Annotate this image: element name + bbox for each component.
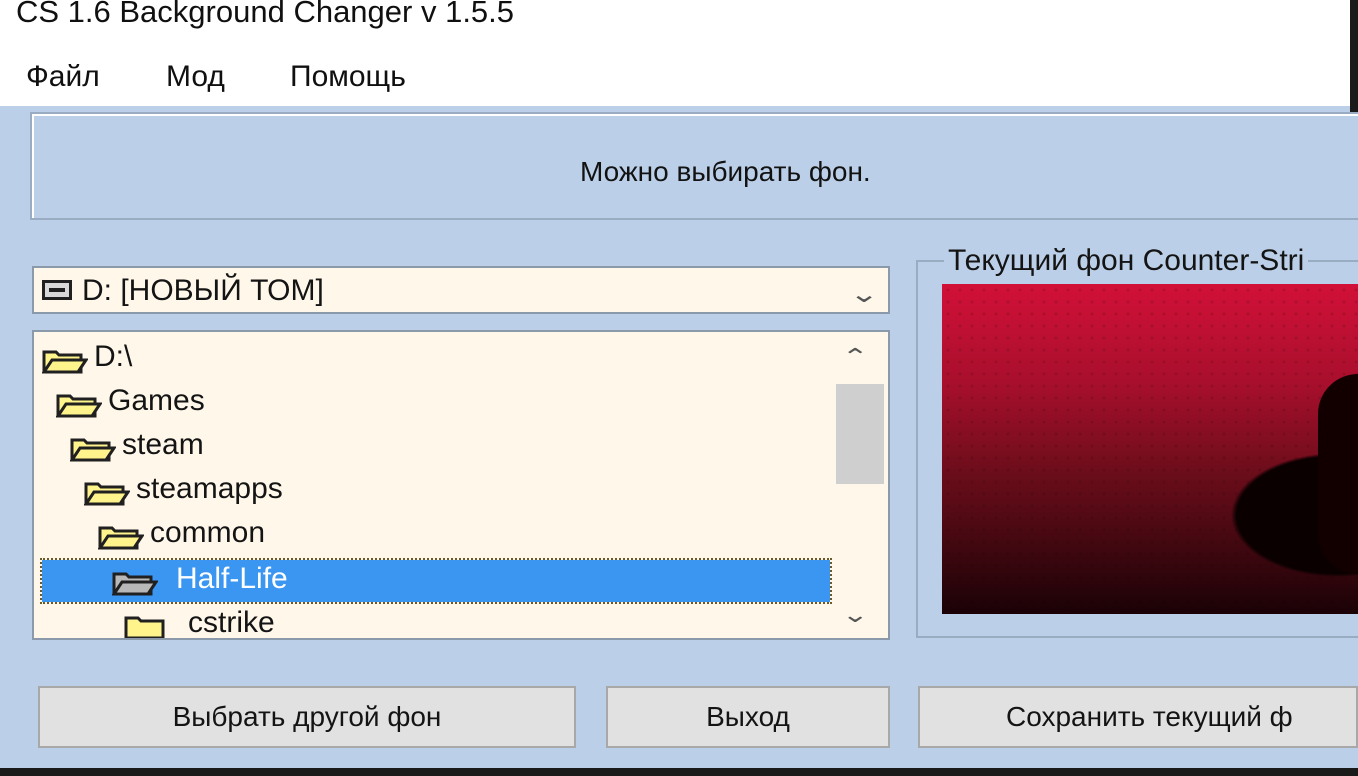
- tree-item-label: steamapps: [136, 472, 283, 505]
- save-current-background-button[interactable]: Сохранить текущий ф: [918, 686, 1358, 748]
- hard-drive-icon: [42, 280, 72, 300]
- tree-item-cstrike[interactable]: cstrike: [124, 604, 888, 639]
- menu-mod[interactable]: Мод: [166, 60, 225, 94]
- window-title: CS 1.6 Background Changer v 1.5.5: [16, 0, 515, 29]
- title-bar: CS 1.6 Background Changer v 1.5.5: [0, 0, 1350, 46]
- tree-item-label: common: [150, 516, 266, 549]
- chevron-down-icon[interactable]: ⌄: [841, 602, 869, 628]
- menu-help[interactable]: Помощь: [290, 60, 406, 94]
- exit-button[interactable]: Выход: [606, 686, 890, 748]
- status-panel: Можно выбирать фон.: [30, 112, 1358, 220]
- tree-item-label: D:\: [94, 340, 133, 373]
- choose-background-button[interactable]: Выбрать другой фон: [38, 686, 576, 748]
- open-folder-icon: [56, 394, 102, 418]
- tree-item-label: Games: [108, 384, 205, 417]
- chevron-up-icon[interactable]: ⌃: [841, 344, 869, 370]
- drive-select[interactable]: D: [НОВЫЙ ТОМ] ⌄: [32, 266, 890, 314]
- tree-item-games[interactable]: Games: [56, 382, 846, 424]
- tree-item-common[interactable]: common: [98, 514, 888, 556]
- closed-folder-icon: [124, 616, 165, 638]
- tree-item-label: Half-Life: [176, 562, 288, 595]
- tree-item-label: cstrike: [188, 606, 275, 639]
- preview-legend: Текущий фон Counter-Stri: [944, 244, 1309, 278]
- window-bottom-edge: [0, 768, 1358, 776]
- scroll-thumb[interactable]: [836, 384, 884, 484]
- menu-bar: Файл Мод Помощь: [0, 46, 1350, 106]
- tree-item-half-life[interactable]: Half-Life: [40, 558, 832, 604]
- background-preview-image: [942, 284, 1358, 614]
- chevron-down-icon[interactable]: ⌄: [849, 280, 879, 309]
- tree-item-steamapps[interactable]: steamapps: [84, 470, 874, 512]
- app-window: CS 1.6 Background Changer v 1.5.5 Файл М…: [0, 0, 1358, 776]
- drive-select-value: D: [НОВЫЙ ТОМ]: [82, 274, 324, 307]
- open-folder-icon: [84, 482, 130, 506]
- open-folder-icon: [42, 350, 88, 374]
- tree-item-d-root[interactable]: D:\: [42, 338, 832, 380]
- open-folder-icon: [112, 572, 158, 596]
- tree-scrollbar[interactable]: ⌃ ⌄: [836, 336, 884, 636]
- tree-item-steam[interactable]: steam: [70, 426, 860, 468]
- folder-tree[interactable]: D:\ Games steam steamapps common Half-Li…: [32, 330, 890, 640]
- status-message: Можно выбирать фон.: [580, 156, 871, 187]
- open-folder-icon: [98, 526, 144, 550]
- menu-file[interactable]: Файл: [26, 60, 100, 94]
- tree-item-label: steam: [122, 428, 204, 461]
- open-folder-icon: [70, 438, 116, 462]
